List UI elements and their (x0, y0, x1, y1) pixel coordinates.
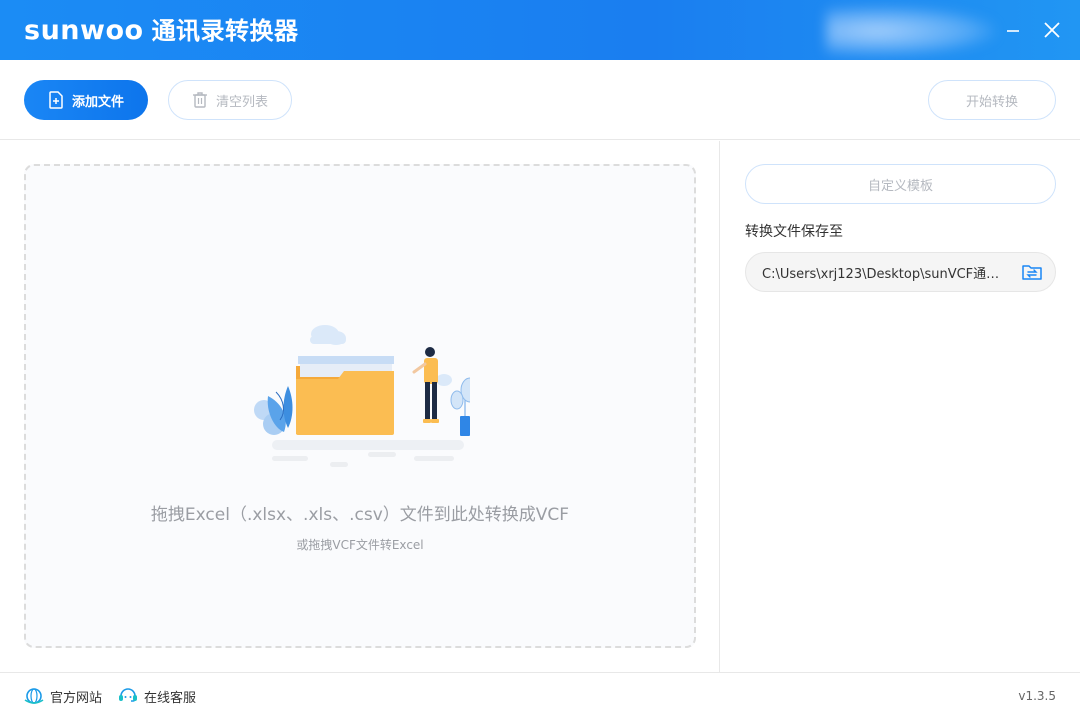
custom-template-label: 自定义模板 (867, 178, 933, 194)
close-button[interactable] (1037, 15, 1067, 45)
save-location-label: 转换文件保存至 (745, 224, 843, 240)
custom-template-button[interactable]: 自定义模板 (745, 164, 1056, 204)
minimize-icon (1007, 30, 1019, 32)
trash-icon (192, 91, 208, 109)
online-service-link[interactable]: 在线客服 (118, 687, 196, 706)
add-file-button[interactable]: 添加文件 (24, 80, 148, 120)
drop-sub-hint: 或拖拽VCF文件转Excel (296, 538, 424, 552)
toolbar: 添加文件 清空列表 开始转换 (0, 60, 1080, 140)
blurred-avatar (826, 6, 996, 56)
clear-list-label: 清空列表 (215, 94, 268, 110)
footer: 官方网站 在线客服 v1.3.5 (0, 672, 1080, 720)
settings-sidebar: 自定义模板 转换文件保存至 C:\Users\xrj123\Desktop\su… (721, 141, 1080, 672)
app-name: 通讯录转换器 (151, 17, 299, 45)
title-bar: sunwoo 通讯录转换器 (0, 0, 1080, 60)
add-file-icon (48, 91, 64, 109)
minimize-button[interactable] (998, 15, 1028, 45)
add-file-label: 添加文件 (71, 94, 124, 110)
start-convert-label: 开始转换 (965, 94, 1018, 110)
version-label: v1.3.5 (1018, 689, 1056, 703)
folder-illustration (254, 325, 470, 467)
globe-icon (24, 687, 44, 706)
save-path-field[interactable]: C:\Users\xrj123\Desktop\sunVCF通讯录转换器 (745, 252, 1056, 292)
start-convert-button[interactable]: 开始转换 (928, 80, 1056, 120)
folder-switch-icon[interactable] (1021, 263, 1043, 281)
chat-icon (118, 687, 138, 706)
official-site-label: 官方网站 (50, 691, 103, 706)
online-service-label: 在线客服 (144, 691, 197, 706)
drop-hint: 拖拽Excel（.xlsx、.xls、.csv）文件到此处转换成VCF (150, 505, 570, 525)
drop-zone[interactable]: 拖拽Excel（.xlsx、.xls、.csv）文件到此处转换成VCF 或拖拽V… (24, 164, 696, 648)
clear-list-button[interactable]: 清空列表 (168, 80, 292, 120)
file-list-panel: 拖拽Excel（.xlsx、.xls、.csv）文件到此处转换成VCF 或拖拽V… (0, 141, 720, 672)
close-icon (1044, 22, 1060, 38)
app-title: sunwoo 通讯录转换器 (24, 14, 299, 48)
save-path-text: C:\Users\xrj123\Desktop\sunVCF通讯录转换器 (762, 266, 1000, 282)
app-brand: sunwoo (24, 15, 144, 46)
official-site-link[interactable]: 官方网站 (24, 687, 102, 706)
